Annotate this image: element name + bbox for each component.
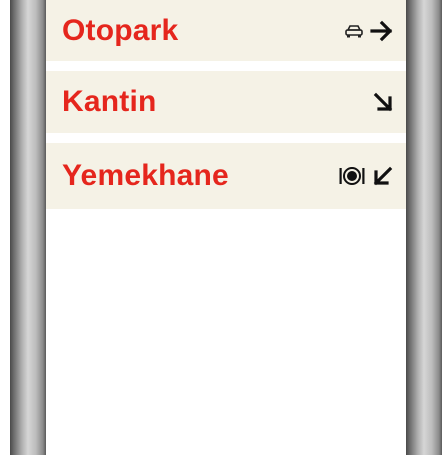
sign-post-left	[10, 0, 46, 455]
sign-row-label: Otopark	[62, 13, 179, 47]
sign-row-label: Yemekhane	[62, 159, 229, 192]
sign-row-otopark: Otopark	[46, 0, 406, 63]
car-icon	[344, 24, 364, 38]
sign-post-right	[406, 0, 442, 455]
sign-row-label: Kantin	[62, 85, 157, 118]
direction-sign: Otopark Kantin Yemekhane	[46, 0, 406, 455]
arrow-down-left-icon	[372, 165, 394, 187]
sign-row-yemekhane: Yemekhane	[46, 143, 406, 211]
arrow-right-icon	[370, 20, 394, 42]
sign-row-icons	[344, 20, 394, 42]
sign-row-icons	[338, 165, 394, 187]
plate-cutlery-icon	[338, 166, 366, 186]
sign-row-kantin: Kantin	[46, 71, 406, 135]
sign-row-icons	[372, 91, 394, 113]
arrow-down-right-icon	[372, 91, 394, 113]
